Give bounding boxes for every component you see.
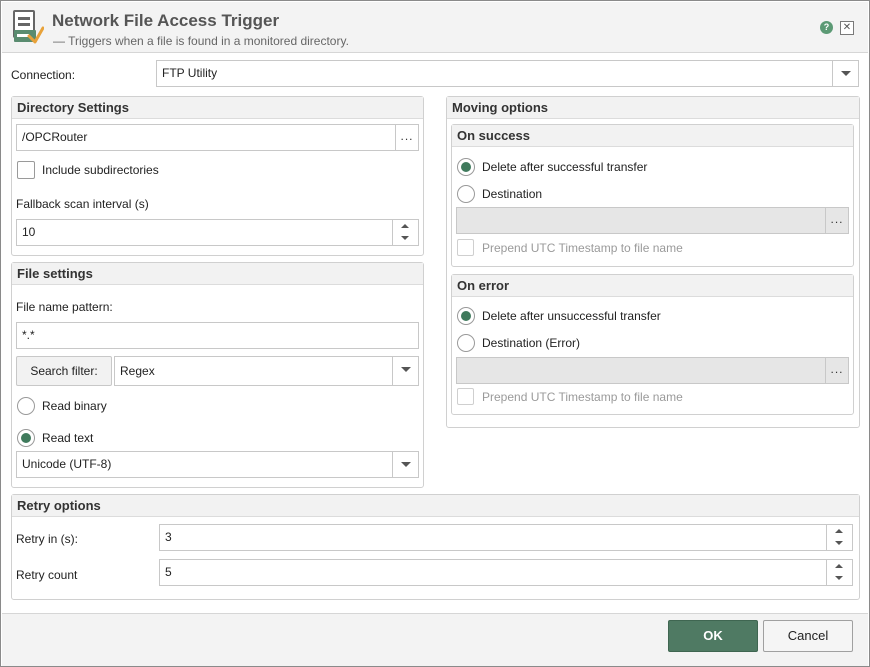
search-filter-button[interactable]: Search filter: — [16, 356, 112, 386]
help-icon[interactable]: ? — [820, 21, 833, 34]
on-success-title: On success — [452, 125, 853, 147]
spin-up-icon[interactable] — [393, 220, 418, 232]
success-destination-input: ... — [456, 207, 849, 234]
file-trigger-icon — [13, 10, 44, 44]
retry-options-title: Retry options — [12, 495, 859, 517]
file-settings-title: File settings — [12, 263, 423, 285]
error-prepend-label: Prepend UTC Timestamp to file name — [482, 390, 683, 404]
error-delete-radio[interactable] — [457, 307, 475, 325]
include-subdirectories-checkbox[interactable] — [17, 161, 35, 179]
ok-button[interactable]: OK — [668, 620, 758, 652]
success-destination-radio[interactable] — [457, 185, 475, 203]
spin-up-icon[interactable] — [827, 560, 852, 572]
success-prepend-checkbox — [457, 239, 474, 256]
directory-settings-title: Directory Settings — [12, 97, 423, 119]
connection-label: Connection: — [11, 68, 76, 82]
success-destination-label: Destination — [482, 187, 543, 201]
dialog-window: Network File Access Trigger — Triggers w… — [0, 0, 870, 667]
error-destination-label: Destination (Error) — [482, 336, 581, 350]
chevron-down-icon[interactable] — [392, 452, 418, 477]
directory-path-value: /OPCRouter — [22, 130, 88, 144]
retry-count-stepper[interactable] — [826, 560, 852, 585]
file-pattern-value: *.* — [22, 328, 35, 342]
chevron-down-icon[interactable] — [392, 357, 418, 385]
dialog-title: Network File Access Trigger — [52, 11, 280, 30]
read-binary-radio[interactable] — [17, 397, 35, 415]
success-prepend-label: Prepend UTC Timestamp to file name — [482, 241, 683, 255]
dialog-header: Network File Access Trigger — Triggers w… — [2, 2, 868, 53]
fallback-scan-stepper[interactable] — [392, 220, 418, 245]
include-subdirectories-label: Include subdirectories — [42, 163, 159, 177]
retry-count-label: Retry count — [16, 568, 78, 582]
file-pattern-label: File name pattern: — [16, 300, 113, 314]
retry-count-input[interactable]: 5 — [159, 559, 853, 586]
retry-in-stepper[interactable] — [826, 525, 852, 550]
encoding-select[interactable]: Unicode (UTF-8) — [16, 451, 419, 478]
error-destination-input: ... — [456, 357, 849, 384]
retry-count-value: 5 — [165, 565, 172, 579]
encoding-value: Unicode (UTF-8) — [22, 457, 112, 471]
retry-in-input[interactable]: 3 — [159, 524, 853, 551]
retry-in-label: Retry in (s): — [16, 532, 79, 546]
directory-path-input[interactable]: /OPCRouter ... — [16, 124, 419, 151]
spin-up-icon[interactable] — [827, 525, 852, 537]
error-destination-radio[interactable] — [457, 334, 475, 352]
chevron-down-icon[interactable] — [832, 61, 858, 86]
fallback-scan-input[interactable]: 10 — [16, 219, 419, 246]
moving-options-title: Moving options — [447, 97, 859, 119]
error-delete-label: Delete after unsuccessful transfer — [482, 309, 661, 323]
close-icon[interactable]: ✕ — [840, 21, 854, 35]
retry-in-value: 3 — [165, 530, 172, 544]
fallback-scan-value: 10 — [22, 225, 36, 239]
on-error-title: On error — [452, 275, 853, 297]
cancel-button[interactable]: Cancel — [763, 620, 853, 652]
fallback-scan-label: Fallback scan interval (s) — [16, 197, 149, 211]
search-filter-value: Regex — [120, 364, 155, 378]
read-text-label: Read text — [42, 431, 94, 445]
read-binary-label: Read binary — [42, 399, 107, 413]
browse-directory-button[interactable]: ... — [395, 125, 418, 150]
success-browse-button: ... — [825, 208, 848, 233]
error-prepend-checkbox — [457, 388, 474, 405]
spin-down-icon[interactable] — [827, 537, 852, 549]
success-delete-label: Delete after successful transfer — [482, 160, 648, 174]
dialog-subtitle: — Triggers when a file is found in a mon… — [53, 34, 349, 48]
error-browse-button: ... — [825, 358, 848, 383]
file-pattern-input[interactable]: *.* — [16, 322, 419, 349]
spin-down-icon[interactable] — [827, 572, 852, 584]
connection-value: FTP Utility — [162, 66, 218, 80]
connection-select[interactable]: FTP Utility — [156, 60, 859, 87]
spin-down-icon[interactable] — [393, 232, 418, 244]
success-delete-radio[interactable] — [457, 158, 475, 176]
search-filter-select[interactable]: Regex — [114, 356, 419, 386]
read-text-radio[interactable] — [17, 429, 35, 447]
